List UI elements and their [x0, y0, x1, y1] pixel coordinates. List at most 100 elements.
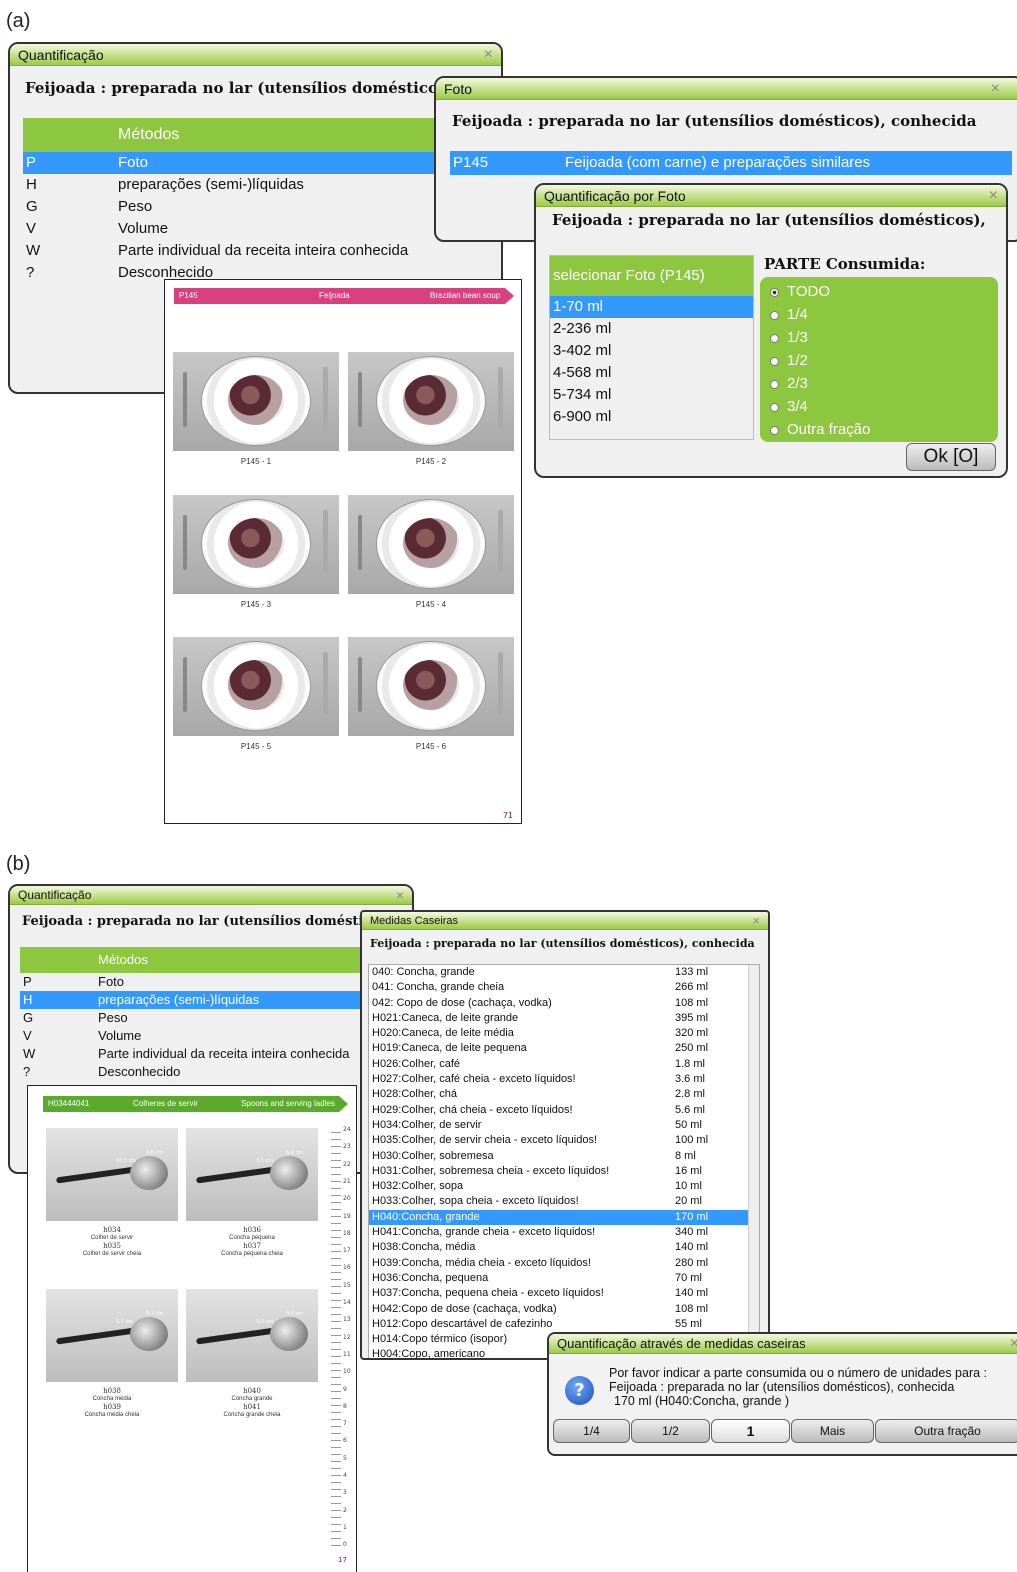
measure-row[interactable]: H012:Copo descartável de cafezinho 55 ml: [369, 1317, 759, 1332]
utensil-photo[interactable]: 10,5 cm 5,6 cm: [46, 1128, 178, 1221]
measure-row[interactable]: 041: Concha, grande cheia 266 ml: [369, 980, 759, 995]
method-item-V[interactable]: V Volume: [20, 1027, 368, 1045]
portion-photo[interactable]: [348, 352, 514, 451]
measure-row[interactable]: H035:Colher, de servir cheia - exceto lí…: [369, 1133, 759, 1148]
measure-row[interactable]: H031:Colher, sobremesa cheia - exceto lí…: [369, 1164, 759, 1179]
measure-row[interactable]: H030:Colher, sobremesa 8 ml: [369, 1149, 759, 1164]
method-item-G[interactable]: G Peso: [20, 1009, 368, 1027]
radio-icon[interactable]: [770, 356, 779, 366]
measure-row[interactable]: H042:Copo de dose (cachaça, vodka) 108 ml: [369, 1302, 759, 1317]
dimension-label: 8,2 cm: [286, 1150, 304, 1156]
utensil-photo[interactable]: 3,1 cm 8,2 cm: [186, 1128, 318, 1221]
photo-caption: P145 - 3: [240, 600, 272, 609]
food-portion: [403, 375, 459, 425]
method-label: Parte individual da receita inteira conh…: [118, 242, 409, 259]
close-icon[interactable]: ×: [991, 78, 1000, 100]
method-item-W[interactable]: W Parte individual da receita inteira con…: [23, 240, 493, 262]
parte-option[interactable]: Outra fração: [760, 418, 998, 441]
portion-photo[interactable]: [173, 637, 339, 736]
knife-icon: [498, 510, 503, 572]
method-item-H[interactable]: Hpreparações (semi-)líquidas: [20, 991, 368, 1009]
measure-row[interactable]: H021:Caneca, de leite grande 395 ml: [369, 1011, 759, 1026]
portion-item[interactable]: 3-402 ml: [550, 340, 753, 362]
portion-item[interactable]: 6-900 ml: [550, 406, 753, 428]
utensil-photo[interactable]: 6,7 cm 6,7 cm: [46, 1289, 178, 1382]
measure-row[interactable]: 040: Concha, grande 133 ml: [369, 965, 759, 980]
measure-row[interactable]: H026:Colher, café 1.8 ml: [369, 1057, 759, 1072]
fraction-button-5[interactable]: Outra fração: [875, 1419, 1017, 1443]
measure-value: 108 ml: [675, 996, 709, 1009]
title-bar[interactable]: Foto ×: [436, 78, 1017, 100]
knife-icon: [323, 510, 328, 572]
fraction-button-4[interactable]: Mais: [791, 1419, 874, 1443]
measure-name: H040:Concha, grande: [372, 1210, 480, 1223]
portion-item[interactable]: 5-734 ml: [550, 384, 753, 406]
measure-row[interactable]: H033:Colher, sopa cheia - exceto líquido…: [369, 1194, 759, 1209]
title-bar[interactable]: Medidas Caseiras ×: [362, 912, 768, 930]
ruler-number: 7: [343, 1420, 347, 1428]
radio-icon[interactable]: [770, 287, 779, 297]
measure-row[interactable]: H038:Concha, média 140 ml: [369, 1240, 759, 1255]
parte-option[interactable]: 2/3: [760, 372, 998, 395]
ok-button[interactable]: Ok [O]: [906, 443, 996, 471]
fraction-button-1[interactable]: 1/4: [553, 1419, 630, 1443]
title-bar[interactable]: Quantificação ×: [10, 44, 501, 66]
measure-row[interactable]: H020:Caneca, de leite média 320 ml: [369, 1026, 759, 1041]
measure-row[interactable]: H029:Colher, chá cheia - exceto líquidos…: [369, 1103, 759, 1118]
method-item-H[interactable]: Hpreparações (semi-)líquidas: [23, 174, 493, 196]
measure-row[interactable]: H040:Concha, grande 170 ml: [369, 1209, 759, 1226]
method-item-V[interactable]: V Volume: [23, 218, 493, 240]
method-item-W[interactable]: W Parte individual da receita inteira con…: [20, 1045, 368, 1063]
radio-icon[interactable]: [770, 379, 779, 389]
measure-row[interactable]: H034:Colher, de servir 50 ml: [369, 1118, 759, 1133]
utensil-caption: h034 Colher de servir h035 Colher de servir…: [46, 1226, 178, 1258]
measure-row[interactable]: H041:Concha, grande cheia - exceto líqui…: [369, 1225, 759, 1240]
window-title: Quantificação através de medidas caseira…: [557, 1336, 806, 1351]
portion-photo[interactable]: [348, 495, 514, 594]
parte-option[interactable]: 1/4: [760, 303, 998, 326]
utensil-photo[interactable]: 9,0 cm 9,0 cm: [186, 1289, 318, 1382]
method-item-?[interactable]: ? Desconhecido: [20, 1063, 368, 1081]
close-icon[interactable]: ×: [1010, 1334, 1017, 1354]
portion-item[interactable]: 4-568 ml: [550, 362, 753, 384]
method-key: P: [26, 154, 37, 171]
album-english: Spoons and serving ladles: [241, 1099, 335, 1108]
title-bar[interactable]: Quantificação por Foto ×: [536, 185, 1006, 207]
parte-option[interactable]: 3/4: [760, 395, 998, 418]
measure-row[interactable]: H019:Caneca, de leite pequena 250 ml: [369, 1041, 759, 1056]
radio-icon[interactable]: [770, 425, 779, 435]
radio-icon[interactable]: [770, 402, 779, 412]
portion-photo[interactable]: [173, 495, 339, 594]
measure-row[interactable]: H032:Colher, sopa 10 ml: [369, 1179, 759, 1194]
scrollbar[interactable]: [748, 965, 759, 1358]
close-icon[interactable]: ×: [752, 912, 760, 930]
close-icon[interactable]: ×: [396, 886, 404, 905]
method-item-P[interactable]: P Foto: [20, 973, 368, 991]
title-bar[interactable]: Quantificação ×: [10, 886, 412, 905]
measure-row[interactable]: H036:Concha, pequena 70 ml: [369, 1271, 759, 1286]
photo-caption: P145 - 4: [415, 600, 447, 609]
measure-row[interactable]: H037:Concha, pequena cheia - exceto líqu…: [369, 1286, 759, 1301]
foto-item-selected[interactable]: P145 Feijoada (com carne) e preparações …: [450, 151, 1012, 175]
parte-option[interactable]: TODO: [760, 280, 998, 303]
portion-photo[interactable]: [173, 352, 339, 451]
measure-row[interactable]: H027:Colher, café cheia - exceto líquido…: [369, 1072, 759, 1087]
measure-row[interactable]: H039:Concha, média cheia - exceto líquid…: [369, 1256, 759, 1271]
method-item-P[interactable]: P Foto: [23, 152, 493, 174]
measure-row[interactable]: H028:Colher, chá 2.8 ml: [369, 1087, 759, 1102]
fraction-button-3[interactable]: 1: [711, 1419, 790, 1443]
measure-row[interactable]: 042: Copo de dose (cachaça, vodka) 108 ml: [369, 996, 759, 1011]
radio-icon[interactable]: [770, 310, 779, 320]
close-icon[interactable]: ×: [484, 44, 493, 66]
close-icon[interactable]: ×: [989, 185, 998, 207]
portion-photo[interactable]: [348, 637, 514, 736]
album-code: P145: [179, 291, 198, 300]
portion-item[interactable]: 2-236 ml: [550, 318, 753, 340]
parte-option[interactable]: 1/3: [760, 326, 998, 349]
parte-option[interactable]: 1/2: [760, 349, 998, 372]
title-bar[interactable]: Quantificação através de medidas caseira…: [549, 1334, 1017, 1354]
portion-item[interactable]: 1-70 ml: [550, 296, 753, 318]
fraction-button-2[interactable]: 1/2: [631, 1419, 710, 1443]
method-item-G[interactable]: G Peso: [23, 196, 493, 218]
radio-icon[interactable]: [770, 333, 779, 343]
